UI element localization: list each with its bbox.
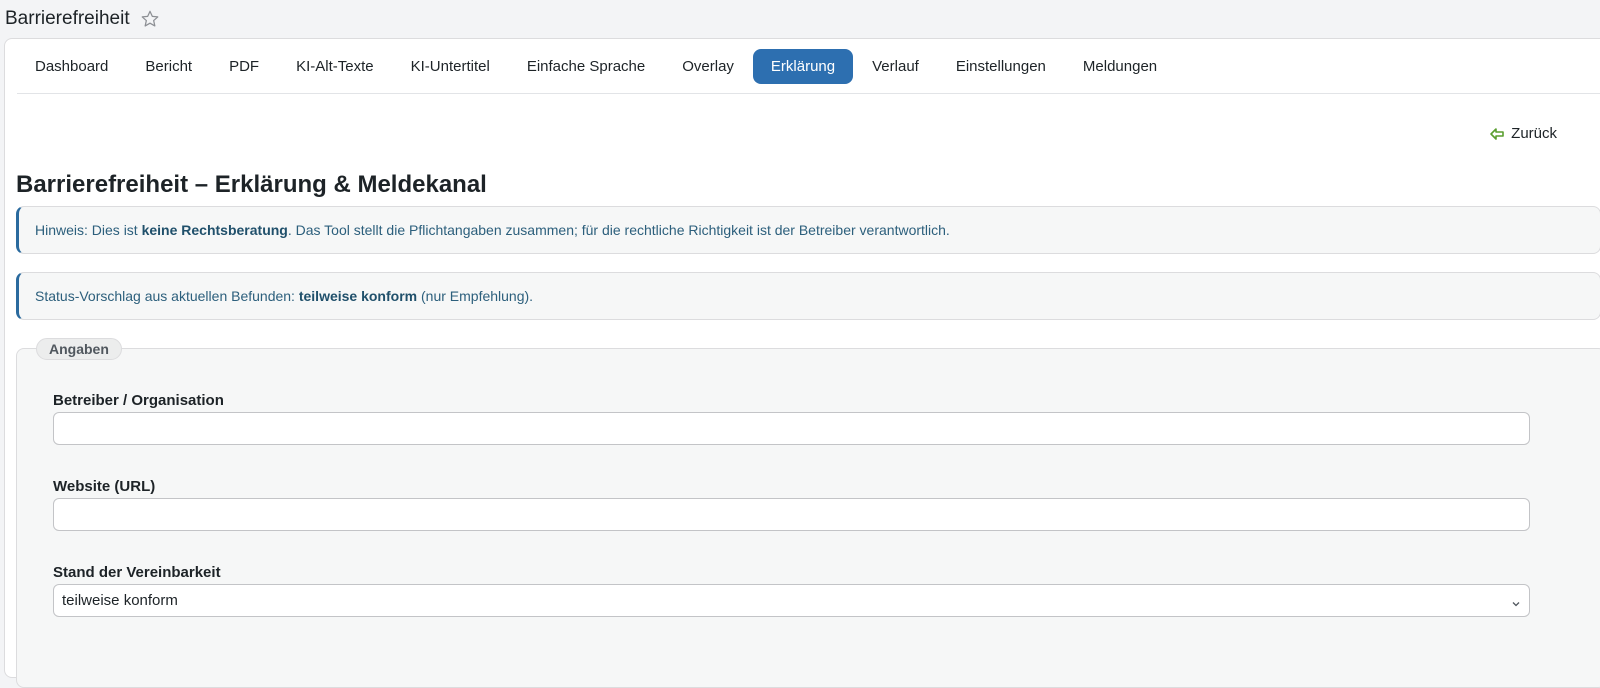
back-link-label: Zurück: [1511, 125, 1557, 142]
website-label: Website (URL): [53, 478, 156, 495]
tab-einfache-sprache[interactable]: Einfache Sprache: [509, 49, 663, 84]
website-input[interactable]: [53, 498, 1530, 531]
fieldset-legend: Angaben: [36, 338, 122, 360]
page-title: Barrierefreiheit – Erklärung & Meldekana…: [16, 171, 487, 198]
status-notice-strong: teilweise konform: [298, 288, 418, 304]
status-notice-suffix: (nur Empfehlung).: [417, 288, 534, 304]
legal-notice-strong: keine Rechtsberatung: [141, 222, 288, 238]
tab-ki-alt-texte[interactable]: KI-Alt-Texte: [278, 49, 392, 84]
compliance-select[interactable]: teilweise konform: [53, 584, 1530, 617]
tab-erklaerung[interactable]: Erklärung: [752, 49, 854, 84]
tab-overlay[interactable]: Overlay: [664, 49, 752, 84]
compliance-select-value: teilweise konform: [62, 592, 178, 609]
app-title: Barrierefreiheit: [5, 8, 130, 29]
back-arrow-icon: [1489, 127, 1505, 141]
main-card: Dashboard Bericht PDF KI-Alt-Texte KI-Un…: [4, 38, 1600, 688]
status-notice-prefix: Status-Vorschlag aus aktuellen Befunden:: [35, 288, 299, 304]
tab-ki-untertitel[interactable]: KI-Untertitel: [393, 49, 508, 84]
top-bar: Barrierefreiheit: [0, 0, 1600, 38]
tab-dashboard[interactable]: Dashboard: [17, 49, 126, 84]
details-fieldset: Angaben Betreiber / Organisation Website…: [16, 338, 1600, 688]
tab-bericht[interactable]: Bericht: [127, 49, 210, 84]
chevron-down-icon: [1511, 596, 1521, 607]
legal-notice-prefix: Hinweis: Dies ist: [35, 222, 142, 238]
tab-einstellungen[interactable]: Einstellungen: [938, 49, 1064, 84]
tab-verlauf[interactable]: Verlauf: [854, 49, 937, 84]
tab-meldungen[interactable]: Meldungen: [1065, 49, 1175, 84]
status-notice: Status-Vorschlag aus aktuellen Befunden:…: [16, 272, 1600, 320]
operator-input[interactable]: [53, 412, 1530, 445]
back-link[interactable]: Zurück: [1489, 125, 1557, 142]
tab-pdf[interactable]: PDF: [211, 49, 277, 84]
star-icon[interactable]: [140, 9, 160, 29]
tab-bar: Dashboard Bericht PDF KI-Alt-Texte KI-Un…: [17, 49, 1600, 94]
compliance-label: Stand der Vereinbarkeit: [53, 564, 221, 581]
legal-notice: Hinweis: Dies ist keine Rechtsberatung. …: [16, 206, 1600, 254]
legal-notice-suffix: . Das Tool stellt die Pflichtangaben zus…: [287, 222, 950, 238]
operator-label: Betreiber / Organisation: [53, 392, 224, 409]
